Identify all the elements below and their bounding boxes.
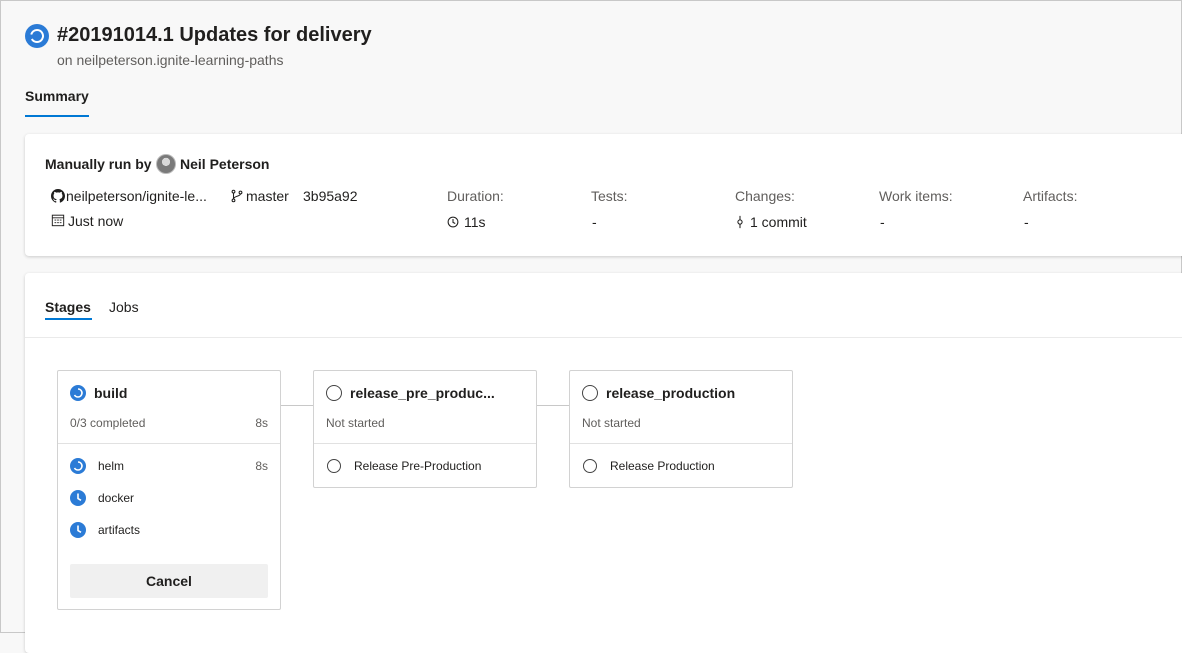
- job-row[interactable]: docker: [58, 483, 280, 511]
- job-name: Release Production: [610, 459, 715, 473]
- stage-status: Not started: [582, 416, 641, 430]
- tests-label: Tests:: [591, 188, 628, 204]
- stage-duration: 8s: [255, 416, 268, 430]
- job-name: artifacts: [98, 523, 141, 537]
- tabs-divider: [25, 337, 1182, 338]
- commit-icon: [737, 215, 743, 229]
- tab-jobs[interactable]: Jobs: [109, 298, 139, 316]
- calendar-icon: [51, 214, 65, 227]
- stage-divider: [314, 443, 536, 444]
- work-items-value: -: [880, 214, 885, 230]
- stages-card: Stages Jobs build 0/3 completed 8s helm …: [25, 273, 1182, 653]
- cancel-button[interactable]: Cancel: [70, 564, 268, 598]
- clock-icon: [447, 216, 459, 228]
- stage-build[interactable]: build 0/3 completed 8s helm 8s docker ar…: [57, 370, 281, 610]
- stage-status: Not started: [326, 416, 385, 430]
- changes-label: Changes:: [735, 188, 795, 204]
- queued-icon: [70, 522, 86, 538]
- stage-release-production[interactable]: release_production Not started Release P…: [569, 370, 793, 488]
- running-icon: [70, 458, 86, 474]
- github-icon: [51, 189, 65, 203]
- job-name: helm: [98, 459, 125, 473]
- running-icon: [70, 385, 86, 401]
- stage-connector: [280, 405, 314, 406]
- job-row[interactable]: Release Production: [570, 451, 792, 479]
- page-title: #20191014.1 Updates for delivery: [57, 24, 372, 46]
- stage-release-pre-production[interactable]: release_pre_produc... Not started Releas…: [313, 370, 537, 488]
- stage-status: 0/3 completed: [70, 416, 146, 430]
- stage-divider: [58, 443, 280, 444]
- stage-title: build: [94, 385, 128, 401]
- job-row[interactable]: Release Pre-Production: [314, 451, 536, 479]
- run-time: Just now: [68, 213, 124, 229]
- tab-summary[interactable]: Summary: [25, 87, 89, 105]
- job-row[interactable]: artifacts: [58, 515, 280, 543]
- commit-hash[interactable]: 3b95a92: [303, 187, 358, 205]
- stage-title: release_pre_produc...: [350, 385, 495, 401]
- queued-icon: [70, 490, 86, 506]
- changes-value[interactable]: 1 commit: [750, 213, 807, 231]
- job-name: Release Pre-Production: [354, 459, 482, 473]
- run-summary-card: Manually run by Neil Peterson neilpeters…: [25, 134, 1182, 256]
- artifacts-value: -: [1024, 214, 1029, 230]
- duration-value: 11s: [464, 214, 486, 230]
- work-items-label: Work items:: [879, 188, 953, 204]
- avatar: [156, 154, 176, 174]
- page-subtitle[interactable]: on neilpeterson.ignite-learning-paths: [57, 51, 283, 69]
- author-name[interactable]: Neil Peterson: [180, 155, 269, 173]
- pipeline-run-icon: [25, 24, 49, 48]
- not-started-icon: [583, 459, 597, 473]
- tab-stages-indicator: [45, 318, 92, 320]
- tests-value: -: [592, 214, 597, 230]
- branch-name[interactable]: master: [246, 187, 289, 205]
- stage-title: release_production: [606, 385, 736, 401]
- stage-connector: [536, 405, 570, 406]
- job-duration: 8s: [255, 459, 268, 473]
- tab-summary-indicator: [25, 115, 89, 117]
- repository-link[interactable]: neilpeterson/ignite-le...: [66, 187, 207, 205]
- duration-label: Duration:: [447, 188, 504, 204]
- artifacts-label: Artifacts:: [1023, 188, 1078, 204]
- stage-divider: [570, 443, 792, 444]
- job-row[interactable]: helm 8s: [58, 451, 280, 479]
- job-name: docker: [98, 491, 135, 505]
- not-started-icon: [327, 459, 341, 473]
- manually-run-label: Manually run by: [45, 156, 152, 172]
- tab-stages[interactable]: Stages: [45, 298, 91, 316]
- branch-icon: [231, 189, 243, 203]
- not-started-icon: [582, 385, 598, 401]
- not-started-icon: [326, 385, 342, 401]
